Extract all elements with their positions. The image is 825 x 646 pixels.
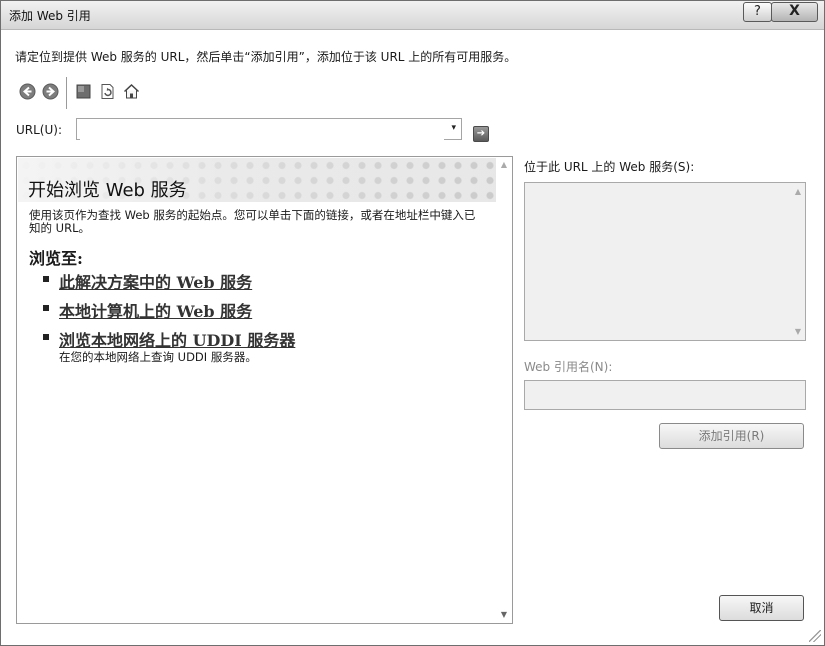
url-combobox[interactable]: ▾	[76, 118, 462, 140]
close-button[interactable]: X	[771, 2, 818, 22]
refresh-icon[interactable]	[99, 83, 116, 100]
help-button[interactable]: ?	[743, 2, 772, 22]
toolbar-separator	[66, 77, 67, 109]
title-bar[interactable]: 添加 Web 引用 ? X	[1, 1, 824, 30]
browser-panel: 开始浏览 Web 服务 使用该页作为查找 Web 服务的起始点。您可以单击下面的…	[16, 156, 513, 624]
reference-name-label: Web 引用名(N):	[524, 360, 613, 374]
back-icon[interactable]	[19, 83, 36, 100]
uddi-description: 在您的本地网络上查询 UDDI 服务器。	[59, 350, 257, 364]
url-label: URL(U):	[16, 123, 62, 137]
bullet-icon	[43, 276, 49, 282]
intro-text: 使用该页作为查找 Web 服务的起始点。您可以单击下面的链接，或者在地址栏中键入…	[29, 208, 476, 235]
bullet-icon	[43, 305, 49, 311]
forward-icon[interactable]	[42, 83, 59, 100]
add-web-reference-dialog: 添加 Web 引用 ? X 请定位到提供 Web 服务的 URL，然后单击“添加…	[0, 0, 825, 646]
reference-name-field[interactable]	[524, 380, 806, 410]
browse-heading: 浏览至:	[29, 249, 83, 268]
browser-scrollbar[interactable]: ▲ ▼	[495, 157, 512, 623]
url-input[interactable]	[80, 120, 444, 140]
banner-title: 开始浏览 Web 服务	[28, 180, 187, 201]
instruction-text: 请定位到提供 Web 服务的 URL，然后单击“添加引用”，添加位于该 URL …	[15, 50, 517, 64]
link-solution-services[interactable]: 此解决方案中的 Web 服务	[59, 269, 252, 293]
go-arrow-icon[interactable]: ➔	[473, 126, 489, 142]
banner: 开始浏览 Web 服务	[18, 158, 496, 202]
scroll-up-icon[interactable]: ▲	[795, 187, 801, 196]
window-title: 添加 Web 引用	[9, 9, 91, 23]
add-reference-button[interactable]: 添加引用(R)	[659, 423, 804, 449]
scroll-down-icon[interactable]: ▼	[501, 610, 507, 619]
home-icon[interactable]	[123, 83, 140, 100]
scroll-down-icon[interactable]: ▼	[795, 327, 801, 336]
cancel-button[interactable]: 取消	[719, 595, 804, 621]
link-local-machine-services[interactable]: 本地计算机上的 Web 服务	[59, 298, 252, 322]
chevron-down-icon[interactable]: ▾	[451, 123, 456, 133]
scroll-up-icon[interactable]: ▲	[501, 160, 507, 169]
services-label: 位于此 URL 上的 Web 服务(S):	[524, 160, 695, 174]
link-uddi-servers[interactable]: 浏览本地网络上的 UDDI 服务器	[59, 327, 295, 351]
stop-icon[interactable]	[75, 83, 92, 100]
resize-grip-icon[interactable]	[809, 630, 821, 642]
services-list[interactable]: ▲ ▼	[524, 182, 806, 341]
reference-name-input[interactable]	[529, 383, 803, 409]
bullet-icon	[43, 334, 49, 340]
